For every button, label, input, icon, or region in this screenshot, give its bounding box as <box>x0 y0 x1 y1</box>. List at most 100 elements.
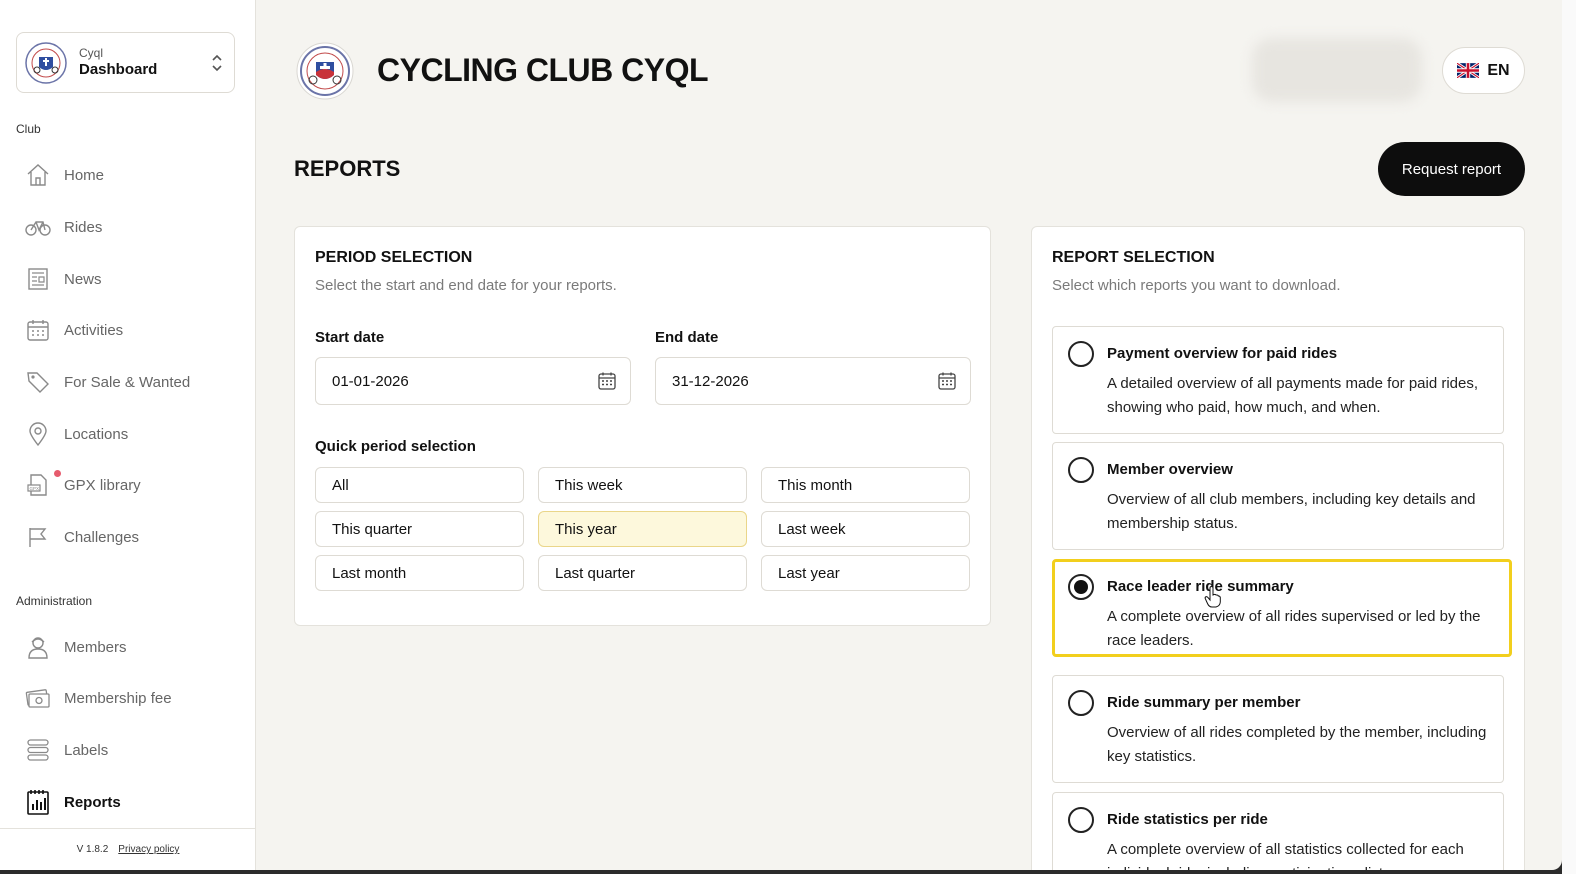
radio-button[interactable] <box>1068 807 1094 833</box>
location-pin-icon <box>24 420 52 448</box>
report-option-description: A detailed overview of all payments made… <box>1107 375 1479 416</box>
report-option-title: Payment overview for paid rides <box>1107 345 1338 362</box>
sidebar-item-labels[interactable]: Labels <box>24 732 244 768</box>
sidebar-item-activities[interactable]: Activities <box>24 312 244 348</box>
sidebar-item-label: Reports <box>64 793 121 811</box>
end-date-label: End date <box>655 329 719 346</box>
end-date-field[interactable]: 31-12-2026 <box>655 357 971 405</box>
quick-period-last-quarter[interactable]: Last quarter <box>538 555 747 591</box>
start-date-value: 01-01-2026 <box>332 372 409 390</box>
report-option-description: Overview of all club members, including … <box>1107 491 1476 532</box>
quick-period-this-month[interactable]: This month <box>761 467 970 503</box>
calendar-icon <box>24 316 52 344</box>
start-date-label: Start date <box>315 329 385 346</box>
uk-flag-icon <box>1457 63 1480 78</box>
report-selection-subtitle: Select which reports you want to downloa… <box>1052 277 1341 294</box>
quick-period-this-quarter[interactable]: This quarter <box>315 511 524 547</box>
report-option-payment-overview[interactable]: Payment overview for paid rides A detail… <box>1052 326 1504 434</box>
quick-period-last-week[interactable]: Last week <box>761 511 970 547</box>
gpx-file-icon: GPX <box>24 470 61 499</box>
quick-period-this-week[interactable]: This week <box>538 467 747 503</box>
radio-button-selected[interactable] <box>1068 574 1094 600</box>
period-selection-card: PERIOD SELECTION Select the start and en… <box>294 226 991 626</box>
quick-period-last-month[interactable]: Last month <box>315 555 524 591</box>
blurred-user-area <box>1252 38 1422 102</box>
report-option-ride-summary-per-member[interactable]: Ride summary per member Overview of all … <box>1052 675 1504 783</box>
window-edge <box>1562 0 1576 874</box>
svg-text:GPX: GPX <box>30 486 40 491</box>
sidebar-item-label: Rides <box>64 218 103 236</box>
context-name: Dashboard <box>79 60 158 78</box>
quick-period-this-year[interactable]: This year <box>538 511 747 547</box>
bike-icon <box>24 213 52 241</box>
request-report-button[interactable]: Request report <box>1378 142 1525 196</box>
reports-icon <box>24 788 52 816</box>
sidebar-item-reports[interactable]: Reports <box>24 784 244 820</box>
sidebar-item-membership-fee[interactable]: Membership fee <box>24 680 244 716</box>
notification-dot <box>54 470 61 477</box>
tag-icon <box>24 368 52 396</box>
report-option-race-leader-summary[interactable]: Race leader ride summary A complete over… <box>1052 559 1512 657</box>
sidebar-item-label: Activities <box>64 321 124 339</box>
calendar-icon[interactable] <box>938 372 956 390</box>
sidebar: Cyql Dashboard Club Home Rides News Acti… <box>0 0 256 870</box>
report-selection-title: REPORT SELECTION <box>1052 249 1215 266</box>
period-selection-subtitle: Select the start and end date for your r… <box>315 277 617 294</box>
section-label-administration: Administration <box>16 594 93 608</box>
period-selection-title: PERIOD SELECTION <box>315 249 473 266</box>
sidebar-item-label: Membership fee <box>64 689 172 707</box>
sidebar-item-label: Members <box>64 638 127 656</box>
sidebar-footer: V 1.8.2 Privacy policy <box>0 828 256 870</box>
hand-pointer-icon <box>1204 586 1221 608</box>
privacy-policy-link[interactable]: Privacy policy <box>118 844 179 855</box>
report-option-description: Overview of all rides completed by the m… <box>1107 724 1487 765</box>
report-option-title: Member overview <box>1107 461 1233 478</box>
end-date-value: 31-12-2026 <box>672 372 749 390</box>
app-window: Cyql Dashboard Club Home Rides News Acti… <box>0 0 1562 870</box>
section-label-club: Club <box>16 122 41 136</box>
report-option-ride-statistics-per-ride[interactable]: Ride statistics per ride A complete over… <box>1052 792 1504 870</box>
club-logo-small-icon <box>25 41 67 84</box>
language-code: EN <box>1487 61 1510 79</box>
calendar-icon[interactable] <box>598 372 616 390</box>
version-label: V 1.8.2 <box>76 844 109 855</box>
report-option-description: A complete overview of all rides supervi… <box>1107 608 1481 649</box>
home-icon <box>24 161 52 189</box>
radio-button[interactable] <box>1068 341 1094 367</box>
club-logo-icon <box>296 42 354 100</box>
member-icon <box>24 633 52 661</box>
radio-button[interactable] <box>1068 690 1094 716</box>
flag-icon <box>24 523 52 551</box>
language-selector[interactable]: EN <box>1442 47 1525 94</box>
quick-period-label: Quick period selection <box>315 438 476 455</box>
report-selection-card: REPORT SELECTION Select which reports yo… <box>1031 226 1525 870</box>
quick-period-all[interactable]: All <box>315 467 524 503</box>
page-title: REPORTS <box>294 156 401 181</box>
radio-button[interactable] <box>1068 457 1094 483</box>
report-option-title: Ride statistics per ride <box>1107 811 1268 828</box>
report-option-description: A complete overview of all statistics co… <box>1107 841 1464 870</box>
sidebar-item-label: Locations <box>64 425 129 443</box>
quick-period-last-year[interactable]: Last year <box>761 555 970 591</box>
sidebar-item-label: For Sale & Wanted <box>64 373 191 391</box>
labels-icon <box>24 736 52 764</box>
start-date-field[interactable]: 01-01-2026 <box>315 357 631 405</box>
sidebar-item-gpx-library[interactable]: GPX GPX library <box>24 467 244 503</box>
org-name: Cyql <box>79 45 104 60</box>
sidebar-item-rides[interactable]: Rides <box>24 209 244 245</box>
club-title: CYCLING CLUB CYQL <box>377 52 709 88</box>
dashboard-switcher[interactable]: Cyql Dashboard <box>16 32 235 93</box>
sidebar-item-news[interactable]: News <box>24 261 244 297</box>
report-option-title: Race leader ride summary <box>1107 578 1294 595</box>
sidebar-item-for-sale[interactable]: For Sale & Wanted <box>24 364 244 400</box>
sidebar-item-label: GPX library <box>64 476 141 494</box>
sidebar-item-home[interactable]: Home <box>24 157 244 193</box>
sidebar-item-label: Labels <box>64 741 109 759</box>
sidebar-item-members[interactable]: Members <box>24 629 244 665</box>
sidebar-item-locations[interactable]: Locations <box>24 416 244 452</box>
sidebar-item-challenges[interactable]: Challenges <box>24 519 244 555</box>
sidebar-item-label: Challenges <box>64 528 140 546</box>
report-option-member-overview[interactable]: Member overview Overview of all club mem… <box>1052 442 1504 550</box>
money-icon <box>24 684 52 712</box>
sidebar-item-label: Home <box>64 166 105 184</box>
